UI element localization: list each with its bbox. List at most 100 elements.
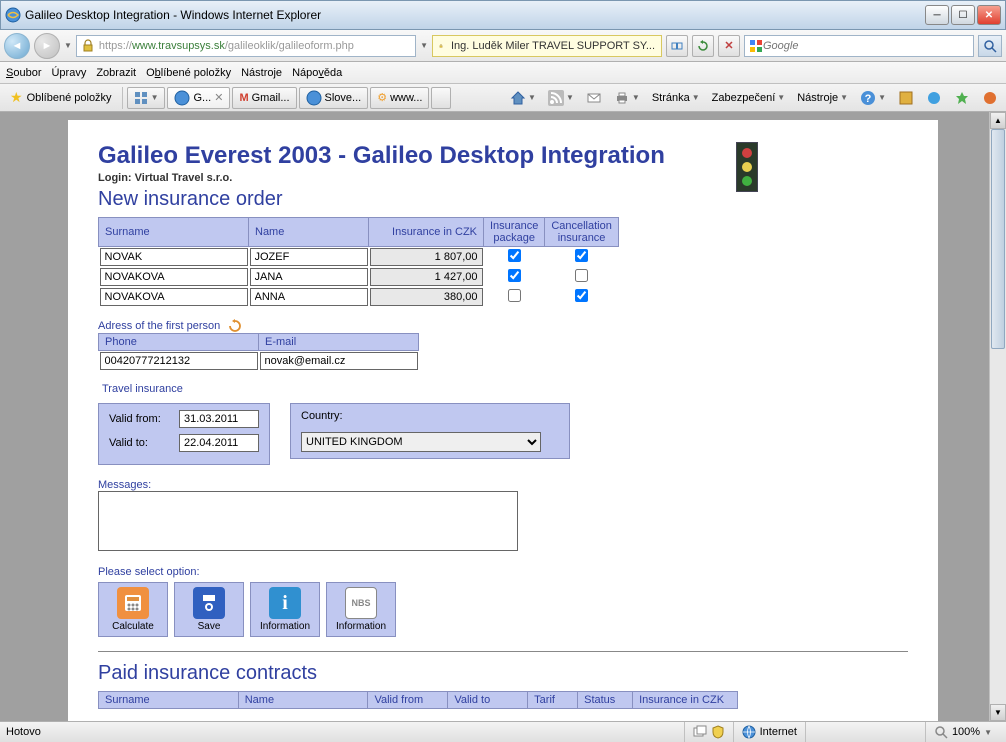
table-row (99, 267, 619, 287)
address-bar[interactable]: https://www.travsupsys.sk/galileoklik/ga… (76, 35, 416, 57)
history-dropdown[interactable]: ▼ (64, 41, 72, 50)
cancel-checkbox[interactable] (575, 249, 588, 262)
table-row (99, 287, 619, 307)
home-button[interactable]: ▼ (506, 88, 540, 108)
light-yellow (742, 162, 752, 172)
pkg-checkbox[interactable] (508, 269, 521, 282)
search-input[interactable] (763, 40, 969, 52)
name-input[interactable] (250, 248, 368, 266)
table-row (99, 247, 619, 268)
col-vfrom: Valid from (368, 692, 448, 709)
ext-icon-1[interactable] (894, 88, 918, 108)
col-cancel: Cancellation insurance (545, 218, 619, 247)
search-button[interactable] (978, 35, 1002, 57)
name-input[interactable] (250, 288, 368, 306)
insurance-table: Surname Name Insurance in CZK Insurance … (98, 217, 619, 307)
pkg-checkbox[interactable] (508, 289, 521, 302)
mail-icon (586, 90, 602, 106)
messages-textarea[interactable] (98, 491, 518, 551)
nbs-icon: NBS (345, 587, 377, 619)
country-box: Country: UNITED KINGDOM (290, 403, 570, 459)
info-button-1[interactable]: iInformation (250, 582, 320, 637)
ext-icon-3[interactable] (950, 88, 974, 108)
tab-slove[interactable]: Slove... (299, 87, 369, 109)
address-dropdown[interactable]: ▼ (420, 41, 428, 50)
status-icons (684, 722, 733, 742)
pkg-checkbox[interactable] (508, 249, 521, 262)
print-button[interactable]: ▼ (610, 88, 644, 108)
col-tarif: Tarif (528, 692, 578, 709)
protected-mode[interactable] (805, 722, 925, 742)
lock-icon (81, 39, 95, 53)
mail-button[interactable] (582, 88, 606, 108)
tab-gmail[interactable]: MGmail... (232, 87, 296, 109)
feeds-button[interactable]: ▼ (544, 88, 578, 108)
zoom-control[interactable]: 100% ▼ (925, 722, 1000, 742)
menu-napoveda[interactable]: Nápověda (292, 67, 342, 79)
menu-zobrazit[interactable]: Zobrazit (96, 67, 136, 79)
refresh-icon[interactable] (228, 319, 242, 333)
tab-galileo[interactable]: G... ✕ (167, 87, 230, 109)
url-protocol: https:// (99, 40, 132, 52)
ext-icon-2[interactable] (922, 88, 946, 108)
czk-value (370, 248, 483, 266)
ie-icon (5, 7, 21, 23)
country-select[interactable]: UNITED KINGDOM (301, 432, 541, 452)
name-input[interactable] (250, 268, 368, 286)
lock-icon (439, 39, 443, 53)
tab-close-icon[interactable]: ✕ (214, 91, 223, 104)
cancel-checkbox[interactable] (575, 269, 588, 282)
star-icon: ★ (10, 89, 23, 106)
new-tab-button[interactable] (431, 87, 451, 109)
separator (98, 651, 908, 652)
search-box[interactable] (744, 35, 974, 57)
valid-from-input[interactable] (179, 410, 259, 428)
scroll-up-button[interactable]: ▲ (990, 112, 1006, 129)
calculate-button[interactable]: Calculate (98, 582, 168, 637)
menu-soubor[interactable]: Soubor (6, 67, 41, 79)
minimize-button[interactable]: ─ (925, 5, 949, 25)
valid-to-input[interactable] (179, 434, 259, 452)
info-button-nbs[interactable]: NBSInformation (326, 582, 396, 637)
status-text: Hotovo (6, 726, 684, 738)
navigation-bar: ◄ ► ▼ https://www.travsupsys.sk/galileok… (0, 30, 1006, 62)
phone-input[interactable] (100, 352, 258, 370)
menu-upravy[interactable]: Úpravy (51, 67, 86, 79)
menu-nastroje[interactable]: Nástroje (241, 67, 282, 79)
dates-box: Valid from: Valid to: (98, 403, 270, 465)
favorites-button[interactable]: ★ Oblíbené položky (4, 87, 118, 108)
options-label: Please select option: (98, 566, 908, 578)
help-button[interactable]: ?▼ (856, 88, 890, 108)
maximize-button[interactable]: ☐ (951, 5, 975, 25)
surname-input[interactable] (100, 288, 248, 306)
cancel-checkbox[interactable] (575, 289, 588, 302)
ext-icon-4[interactable] (978, 88, 1002, 108)
refresh-button[interactable] (692, 35, 714, 57)
quick-tabs-button[interactable]: ▼ (127, 87, 166, 109)
email-input[interactable] (260, 352, 418, 370)
zone-info[interactable]: Internet (733, 722, 805, 742)
col-status: Status (578, 692, 633, 709)
surname-input[interactable] (100, 248, 248, 266)
scroll-thumb[interactable] (991, 129, 1005, 349)
menu-oblibene[interactable]: Oblíbené položky (146, 67, 231, 79)
surname-input[interactable] (100, 268, 248, 286)
security-menu[interactable]: Zabezpečení▼ (708, 90, 790, 106)
scroll-track[interactable] (990, 129, 1006, 704)
url-path: /galileoklik/galileoform.php (225, 40, 354, 52)
tools-menu[interactable]: Nástroje▼ (793, 90, 852, 106)
page-menu[interactable]: Stránka▼ (648, 90, 704, 106)
compat-button[interactable] (666, 35, 688, 57)
col-vto: Valid to (448, 692, 528, 709)
col-email: E-mail (259, 334, 419, 351)
close-button[interactable]: ✕ (977, 5, 1001, 25)
gmail-icon: M (239, 92, 248, 104)
tab-www[interactable]: ⚙www... (370, 87, 429, 109)
scroll-down-button[interactable]: ▼ (990, 704, 1006, 721)
forward-button[interactable]: ► (34, 33, 60, 59)
menu-bar: Soubor Úpravy Zobrazit Oblíbené položky … (0, 62, 1006, 84)
save-button[interactable]: Save (174, 582, 244, 637)
back-button[interactable]: ◄ (4, 33, 30, 59)
site-identity[interactable]: Ing. Luděk Miler TRAVEL SUPPORT SY... (432, 35, 662, 57)
stop-button[interactable]: ✕ (718, 35, 740, 57)
